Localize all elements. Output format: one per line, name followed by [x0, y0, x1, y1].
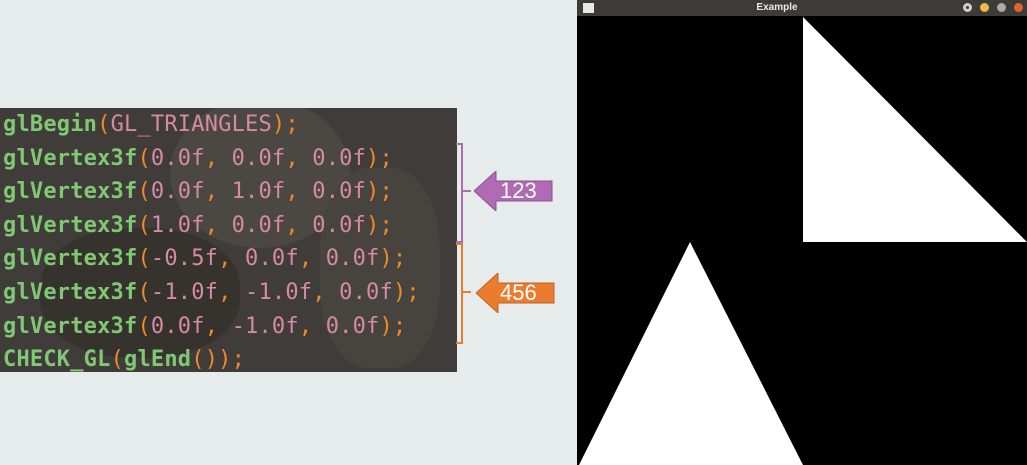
code-punctuation-token: ,: [204, 212, 232, 238]
code-punctuation-token: ,: [285, 179, 313, 205]
code-punctuation-token: ,: [285, 145, 313, 171]
code-argument-token: -1.0f: [245, 279, 313, 305]
code-line: glVertex3f(0.0f, 1.0f, 0.0f);: [3, 175, 420, 209]
code-punctuation-token: (: [137, 246, 151, 272]
code-punctuation-token: (: [137, 179, 151, 205]
code-line: glVertex3f(1.0f, 0.0f, 0.0f);: [3, 209, 420, 243]
code-argument-token: 0.0f: [150, 145, 205, 171]
code-argument-token: GL_TRIANGLES: [110, 112, 272, 137]
code-argument-token: 1.0f: [231, 179, 286, 205]
code-punctuation-token: (: [137, 279, 151, 305]
code-line: glVertex3f(0.0f, -1.0f, 0.0f);: [3, 310, 420, 344]
code-punctuation-token: (: [137, 212, 151, 238]
code-line: glBegin(GL_TRIANGLES);: [3, 108, 420, 142]
code-punctuation-token: );: [366, 145, 393, 171]
code-punctuation-token: ,: [285, 212, 313, 238]
code-function-token: glEnd: [124, 347, 192, 372]
code-punctuation-token: ,: [218, 246, 246, 272]
code-function-token: glVertex3f: [3, 179, 138, 205]
code-argument-token: -0.5f: [150, 246, 219, 272]
code-function-token: glVertex3f: [3, 313, 138, 339]
code-punctuation-token: ,: [298, 313, 326, 339]
code-punctuation-token: );: [366, 179, 393, 205]
vertex-group-2-bracket-tick: [463, 291, 471, 293]
example-window[interactable]: Example: [577, 0, 1027, 465]
code-punctuation-token: (: [110, 347, 125, 372]
code-punctuation-token: );: [379, 246, 407, 272]
code-argument-token: 0.0f: [231, 145, 286, 171]
code-punctuation-token: ,: [204, 313, 232, 339]
code-argument-token: 0.0f: [150, 179, 205, 205]
code-punctuation-token: ,: [204, 179, 232, 205]
code-punctuation-token: ,: [204, 145, 232, 171]
vertex-group-2-label: 456: [500, 280, 537, 305]
code-punctuation-token: (: [137, 145, 151, 171]
code-punctuation-token: );: [392, 279, 420, 305]
code-punctuation-token: (: [137, 313, 151, 339]
code-function-token: glVertex3f: [3, 279, 138, 305]
code-argument-token: -1.0f: [150, 279, 219, 305]
vertex-group-1-bracket-tick: [463, 190, 471, 192]
vertex-group-1-callout: 123: [474, 171, 554, 211]
code-argument-token: 0.0f: [150, 313, 205, 339]
code-punctuation-token: (: [97, 112, 111, 137]
code-function-token: glVertex3f: [3, 246, 138, 272]
vertex-group-2-bracket: [456, 243, 463, 344]
code-argument-token: 0.0f: [325, 313, 380, 339]
code-argument-token: 1.0f: [150, 212, 205, 238]
render-viewport[interactable]: [577, 16, 1027, 465]
minimize-icon[interactable]: [980, 3, 989, 12]
code-argument-token: 0.0f: [312, 212, 367, 238]
code-line: CHECK_GL(glEnd());: [3, 343, 420, 372]
window-titlebar[interactable]: Example: [577, 0, 1027, 16]
pin-icon[interactable]: [963, 3, 972, 12]
code-snippet-panel: glBegin(GL_TRIANGLES); glVertex3f(0.0f, 0…: [0, 108, 457, 372]
vertex-group-1-label: 123: [500, 178, 537, 203]
code-argument-token: 0.0f: [312, 145, 367, 171]
code-punctuation-token: );: [366, 212, 393, 238]
code-line: glVertex3f(0.0f, 0.0f, 0.0f);: [3, 142, 420, 176]
code-argument-token: 0.0f: [339, 279, 393, 305]
code-argument-token: -1.0f: [231, 313, 299, 339]
code-argument-token: 0.0f: [312, 179, 367, 205]
code-block: glBegin(GL_TRIANGLES); glVertex3f(0.0f, 0…: [3, 108, 420, 372]
code-function-token: glVertex3f: [3, 145, 138, 171]
code-argument-token: 0.0f: [325, 246, 380, 272]
code-function-token: CHECK_GL: [3, 347, 111, 372]
code-punctuation-token: ,: [218, 279, 246, 305]
code-argument-token: 0.0f: [245, 246, 299, 272]
code-punctuation-token: );: [379, 313, 407, 339]
code-argument-token: 0.0f: [231, 212, 286, 238]
vertex-group-2-callout: 456: [476, 273, 556, 313]
code-line: glVertex3f(-0.5f, 0.0f, 0.0f);: [3, 242, 420, 276]
code-line: glVertex3f(-1.0f, -1.0f, 0.0f);: [3, 276, 420, 310]
code-function-token: glBegin: [3, 112, 98, 137]
code-function-token: glVertex3f: [3, 212, 138, 238]
window-title: Example: [756, 2, 798, 13]
maximize-icon[interactable]: [997, 3, 1006, 12]
vertex-group-1-bracket: [456, 143, 463, 243]
code-punctuation-token: ,: [312, 279, 340, 305]
code-punctuation-token: ,: [298, 246, 326, 272]
code-punctuation-token: );: [271, 112, 299, 137]
code-punctuation-token: ());: [191, 347, 246, 372]
close-icon[interactable]: [1014, 3, 1023, 12]
